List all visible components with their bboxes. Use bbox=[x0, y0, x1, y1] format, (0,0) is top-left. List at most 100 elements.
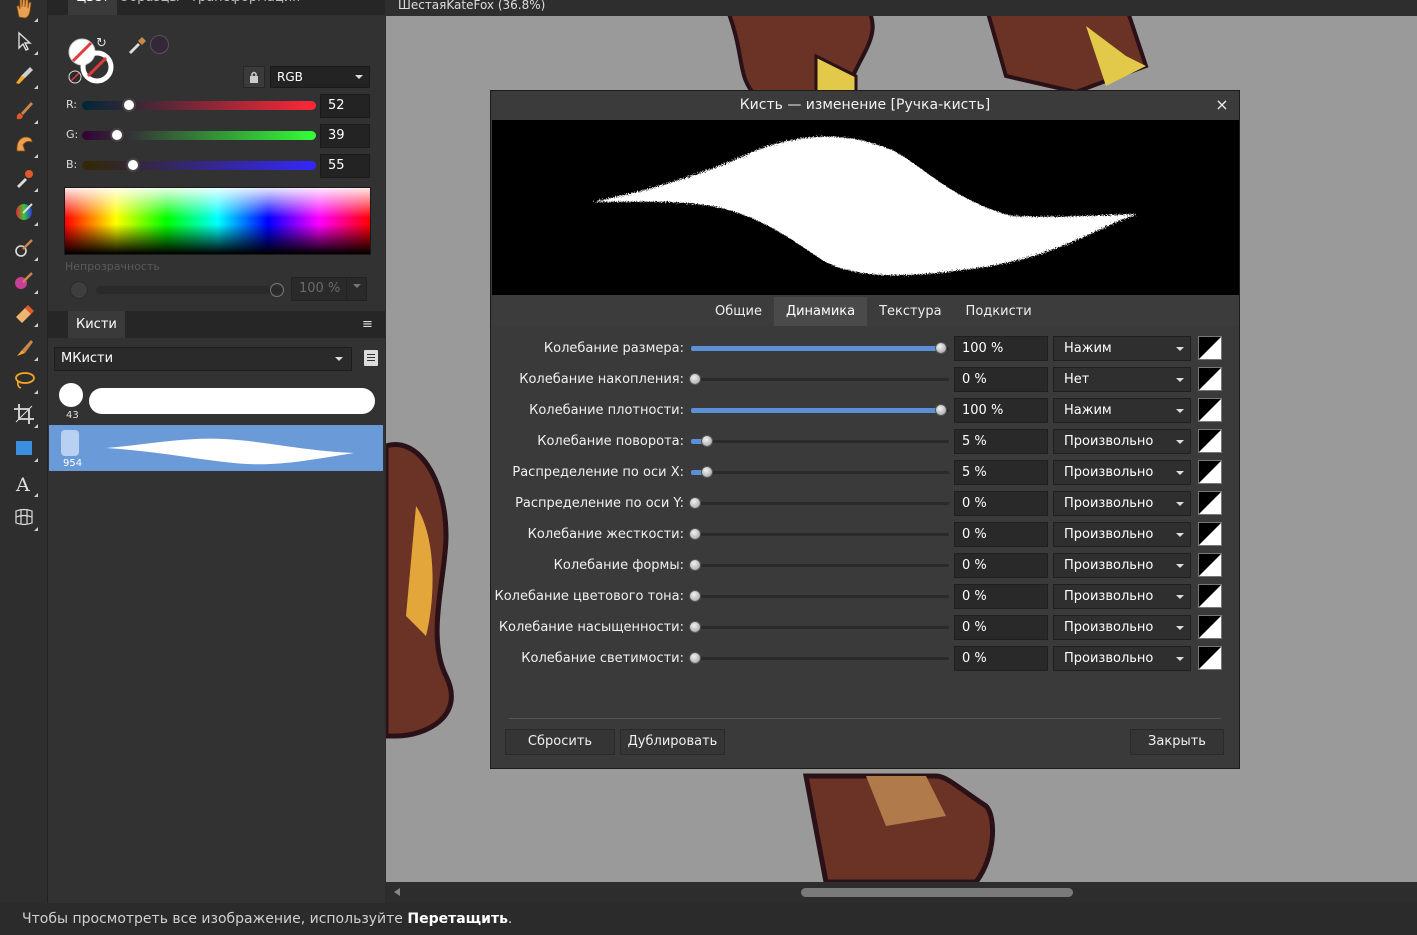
row-slider-handle[interactable] bbox=[689, 652, 701, 664]
reset-button[interactable]: Сбросить bbox=[505, 729, 615, 755]
scroll-left-icon[interactable] bbox=[394, 888, 400, 896]
opacity-field[interactable]: 100 % bbox=[291, 277, 367, 301]
tab-texture[interactable]: Текстура bbox=[867, 297, 953, 326]
brushes-menu-icon[interactable]: ≡ bbox=[362, 317, 373, 332]
row-value-field[interactable]: 5 % bbox=[954, 429, 1048, 454]
row-slider[interactable] bbox=[689, 621, 949, 633]
dodge-brush-tool-icon[interactable] bbox=[10, 333, 38, 361]
row-value-field[interactable]: 100 % bbox=[954, 336, 1048, 361]
row-slider[interactable] bbox=[689, 590, 949, 602]
red-slider-handle[interactable] bbox=[122, 98, 136, 112]
pen-tool-icon[interactable] bbox=[10, 61, 38, 89]
opacity-slider-handle[interactable] bbox=[270, 283, 284, 297]
row-slider-handle[interactable] bbox=[689, 559, 701, 571]
crop-tool-icon[interactable] bbox=[10, 400, 38, 428]
fill-stroke-swatch[interactable] bbox=[66, 36, 116, 86]
row-controller-select[interactable]: Произвольно bbox=[1053, 646, 1191, 671]
curve-editor-icon[interactable] bbox=[1198, 336, 1222, 360]
close-button[interactable]: Закрыть bbox=[1130, 729, 1224, 755]
scrollbar-thumb[interactable] bbox=[801, 888, 1073, 897]
row-slider[interactable] bbox=[691, 342, 949, 354]
row-slider[interactable] bbox=[691, 435, 949, 447]
text-tool-icon[interactable]: A bbox=[10, 469, 38, 497]
eraser-tool-icon[interactable] bbox=[10, 299, 38, 327]
row-controller-select[interactable]: Произвольно bbox=[1053, 460, 1191, 485]
blue-slider[interactable] bbox=[82, 161, 316, 170]
lasso-tool-icon[interactable] bbox=[10, 366, 38, 394]
curve-editor-icon[interactable] bbox=[1198, 553, 1222, 577]
row-slider-handle[interactable] bbox=[701, 466, 713, 478]
tab-transform[interactable]: Трансформация bbox=[182, 0, 308, 15]
color-picker-tool-icon[interactable] bbox=[10, 164, 38, 192]
row-slider-handle[interactable] bbox=[701, 435, 713, 447]
eyedropper-icon[interactable] bbox=[126, 33, 148, 59]
row-slider-handle[interactable] bbox=[689, 528, 701, 540]
row-value-field[interactable]: 0 % bbox=[954, 522, 1048, 547]
row-slider[interactable] bbox=[689, 652, 949, 664]
color-wheel-tool-icon[interactable] bbox=[10, 198, 38, 226]
tab-general[interactable]: Общие bbox=[703, 297, 774, 326]
row-value-field[interactable]: 0 % bbox=[954, 615, 1048, 640]
lock-icon[interactable] bbox=[243, 66, 265, 88]
curve-editor-icon[interactable] bbox=[1198, 429, 1222, 453]
tab-dynamics[interactable]: Динамика bbox=[773, 297, 868, 326]
opacity-dropdown-icon[interactable] bbox=[346, 278, 366, 300]
color-spectrum[interactable] bbox=[64, 187, 371, 255]
brush-list-item[interactable]: 43 bbox=[49, 377, 383, 424]
row-slider-handle[interactable] bbox=[689, 373, 701, 385]
smudge-tool-icon[interactable] bbox=[10, 130, 38, 158]
tab-sub-brushes[interactable]: Подкисти bbox=[954, 297, 1044, 326]
row-controller-select[interactable]: Нажим bbox=[1053, 336, 1191, 361]
row-slider[interactable] bbox=[691, 466, 949, 478]
blue-slider-handle[interactable] bbox=[126, 158, 140, 172]
row-controller-select[interactable]: Произвольно bbox=[1053, 522, 1191, 547]
row-value-field[interactable]: 0 % bbox=[954, 553, 1048, 578]
row-slider[interactable] bbox=[689, 497, 949, 509]
brush-category-select[interactable]: МКисти bbox=[54, 347, 352, 371]
row-slider-handle[interactable] bbox=[689, 497, 701, 509]
curve-editor-icon[interactable] bbox=[1198, 584, 1222, 608]
curve-editor-icon[interactable] bbox=[1198, 491, 1222, 515]
rectangle-tool-icon[interactable] bbox=[10, 434, 38, 462]
row-value-field[interactable]: 0 % bbox=[954, 584, 1048, 609]
row-slider[interactable] bbox=[689, 373, 949, 385]
curve-editor-icon[interactable] bbox=[1198, 367, 1222, 391]
row-slider-handle[interactable] bbox=[935, 342, 947, 354]
duplicate-button[interactable]: Дублировать bbox=[620, 729, 725, 755]
move-tool-icon[interactable] bbox=[10, 27, 38, 55]
paint-brush-tool-icon[interactable] bbox=[10, 96, 38, 124]
row-value-field[interactable]: 5 % bbox=[954, 460, 1048, 485]
row-slider-handle[interactable] bbox=[935, 404, 947, 416]
tab-swatches[interactable]: Образцы bbox=[111, 0, 188, 15]
brush-list-item-selected[interactable]: 954 bbox=[49, 425, 383, 471]
green-value-field[interactable]: 39 bbox=[320, 124, 370, 148]
red-value-field[interactable]: 52 bbox=[320, 94, 370, 118]
row-slider[interactable] bbox=[691, 404, 949, 416]
swap-colors-icon[interactable]: ↻ bbox=[96, 36, 107, 51]
curve-editor-icon[interactable] bbox=[1198, 646, 1222, 670]
blue-value-field[interactable]: 55 bbox=[320, 154, 370, 178]
brush-list-view-icon[interactable] bbox=[364, 350, 378, 366]
row-controller-select[interactable]: Произвольно bbox=[1053, 429, 1191, 454]
curve-editor-icon[interactable] bbox=[1198, 615, 1222, 639]
row-controller-select[interactable]: Нет bbox=[1053, 367, 1191, 392]
red-slider[interactable] bbox=[82, 101, 316, 110]
row-slider-handle[interactable] bbox=[689, 590, 701, 602]
opacity-slider[interactable] bbox=[96, 286, 282, 294]
mesh-warp-tool-icon[interactable] bbox=[10, 503, 38, 531]
row-controller-select[interactable]: Произвольно bbox=[1053, 584, 1191, 609]
row-controller-select[interactable]: Нажим bbox=[1053, 398, 1191, 423]
curve-editor-icon[interactable] bbox=[1198, 460, 1222, 484]
row-value-field[interactable]: 0 % bbox=[954, 646, 1048, 671]
green-slider-handle[interactable] bbox=[110, 128, 124, 142]
color-replace-tool-icon[interactable] bbox=[10, 266, 38, 294]
row-slider-handle[interactable] bbox=[689, 621, 701, 633]
panel-menu-icon[interactable]: ≡ bbox=[362, 0, 373, 1]
tab-brushes[interactable]: Кисти bbox=[68, 311, 125, 338]
horizontal-scrollbar[interactable] bbox=[386, 882, 1417, 903]
row-value-field[interactable]: 0 % bbox=[954, 367, 1048, 392]
row-value-field[interactable]: 0 % bbox=[954, 491, 1048, 516]
row-slider[interactable] bbox=[689, 559, 949, 571]
curve-editor-icon[interactable] bbox=[1198, 398, 1222, 422]
color-mode-select[interactable]: RGB bbox=[270, 66, 370, 88]
